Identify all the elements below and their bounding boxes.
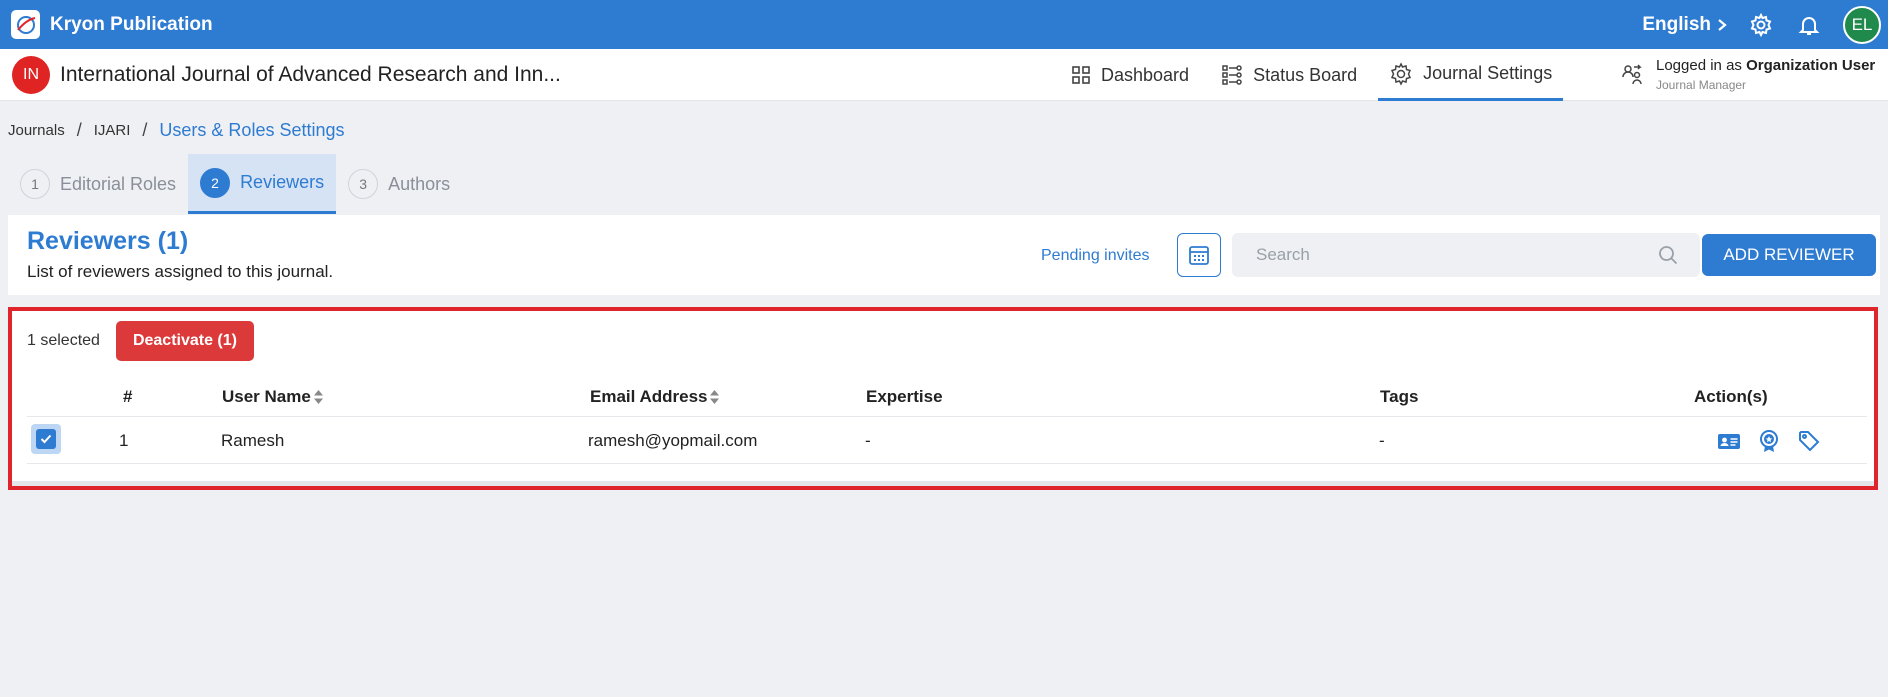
selected-count: 1 selected [27, 332, 100, 349]
gear-icon [1391, 61, 1412, 86]
users-swap-icon [1622, 64, 1642, 85]
breadcrumb-ijari[interactable]: IJARI [94, 122, 131, 139]
breadcrumb-current: Users & Roles Settings [159, 120, 345, 140]
reviewers-header: Reviewers (1) List of reviewers assigned… [8, 215, 1880, 295]
login-user: Organization User [1746, 57, 1876, 75]
pending-invites-link[interactable]: Pending invites [1041, 247, 1150, 265]
top-app-bar: Kryon Publication English EL [0, 0, 1888, 49]
checkmark-icon [36, 429, 56, 449]
id-card-icon[interactable] [1716, 428, 1742, 454]
search-input[interactable] [1256, 245, 1636, 265]
login-role: Journal Manager [1656, 77, 1747, 92]
award-icon[interactable] [1756, 428, 1782, 454]
search-icon[interactable] [1658, 245, 1678, 265]
gear-icon[interactable] [1747, 11, 1775, 39]
row-tags: - [1379, 431, 1385, 450]
table-header: # User Name Email Address Expertise Tags… [27, 379, 1867, 417]
step-label: Editorial Roles [60, 173, 177, 194]
table-row[interactable]: 1 Ramesh ramesh@yopmail.com - - [27, 418, 1867, 464]
step-label: Authors [388, 173, 451, 194]
nav-status-board[interactable]: Status Board [1210, 49, 1368, 101]
settings-steps: 1 Editorial Roles 2 Reviewers 3 Authors [8, 154, 462, 214]
breadcrumb-separator: / [76, 120, 82, 140]
column-email-label: Email Address [590, 387, 708, 406]
selection-bar: 1 selected Deactivate (1) [27, 321, 254, 361]
horizontal-scrollbar[interactable] [12, 481, 1874, 486]
column-tags: Tags [1380, 387, 1419, 406]
tab-reviewers[interactable]: 2 Reviewers [188, 154, 337, 214]
tag-icon[interactable] [1796, 428, 1822, 454]
nav-status-board-label: Status Board [1253, 64, 1358, 85]
column-user-name-label: User Name [222, 387, 311, 406]
login-status: Logged in as Organization User [1656, 57, 1876, 75]
calendar-view-button[interactable] [1177, 233, 1221, 277]
sort-icon [313, 390, 323, 404]
step-number: 1 [20, 169, 50, 199]
login-info: Logged in as Organization User Journal M… [1620, 49, 1875, 101]
journal-badge: IN [12, 55, 50, 94]
journal-title: International Journal of Advanced Resear… [60, 62, 561, 86]
add-reviewer-button[interactable]: ADD REVIEWER [1702, 234, 1876, 276]
board-icon [1222, 65, 1242, 85]
nav-journal-settings-label: Journal Settings [1423, 63, 1553, 83]
row-email: ramesh@yopmail.com [588, 431, 758, 450]
step-label: Reviewers [240, 172, 325, 192]
chevron-right-icon [1718, 18, 1727, 31]
calendar-table-icon [1189, 246, 1209, 265]
column-user-name[interactable]: User Name [222, 387, 323, 407]
row-checkbox[interactable] [31, 424, 61, 454]
language-selector[interactable]: English [1642, 14, 1727, 36]
page-title: Reviewers (1) [27, 227, 189, 255]
tab-editorial-roles[interactable]: 1 Editorial Roles [8, 154, 188, 214]
deactivate-button[interactable]: Deactivate (1) [115, 321, 254, 361]
page-subtitle: List of reviewers assigned to this journ… [27, 262, 334, 281]
step-number: 3 [348, 169, 379, 199]
column-actions: Action(s) [1694, 387, 1768, 406]
column-number: # [123, 387, 133, 406]
tab-authors[interactable]: 3 Authors [336, 154, 462, 214]
row-number: 1 [119, 431, 129, 450]
search-container [1232, 233, 1700, 277]
breadcrumb: Journals / IJARI / Users & Roles Setting… [8, 120, 345, 141]
grid-icon [1072, 66, 1090, 84]
bell-icon[interactable] [1795, 11, 1823, 39]
column-email[interactable]: Email Address [590, 387, 720, 407]
step-number: 2 [200, 167, 231, 198]
row-actions [1716, 428, 1836, 454]
login-prefix: Logged in as [1656, 57, 1742, 75]
brand[interactable]: Kryon Publication [11, 10, 213, 39]
row-user-name: Ramesh [221, 431, 285, 450]
nav-dashboard-label: Dashboard [1101, 64, 1190, 85]
breadcrumb-journals[interactable]: Journals [8, 122, 65, 139]
sort-icon [710, 390, 720, 404]
user-avatar[interactable]: EL [1843, 5, 1881, 44]
main-nav: Dashboard Status Board Journal Settings [1060, 49, 1573, 101]
column-expertise: Expertise [866, 387, 943, 406]
breadcrumb-separator: / [142, 120, 148, 140]
language-label: English [1642, 13, 1711, 35]
nav-dashboard[interactable]: Dashboard [1060, 49, 1200, 101]
reviewers-table-panel: 1 selected Deactivate (1) # User Name Em… [8, 307, 1878, 490]
kryon-logo-icon [11, 10, 40, 39]
journal-header: IN International Journal of Advanced Res… [0, 49, 1888, 101]
nav-journal-settings[interactable]: Journal Settings [1378, 49, 1564, 101]
brand-name: Kryon Publication [50, 13, 213, 35]
row-expertise: - [865, 431, 871, 450]
